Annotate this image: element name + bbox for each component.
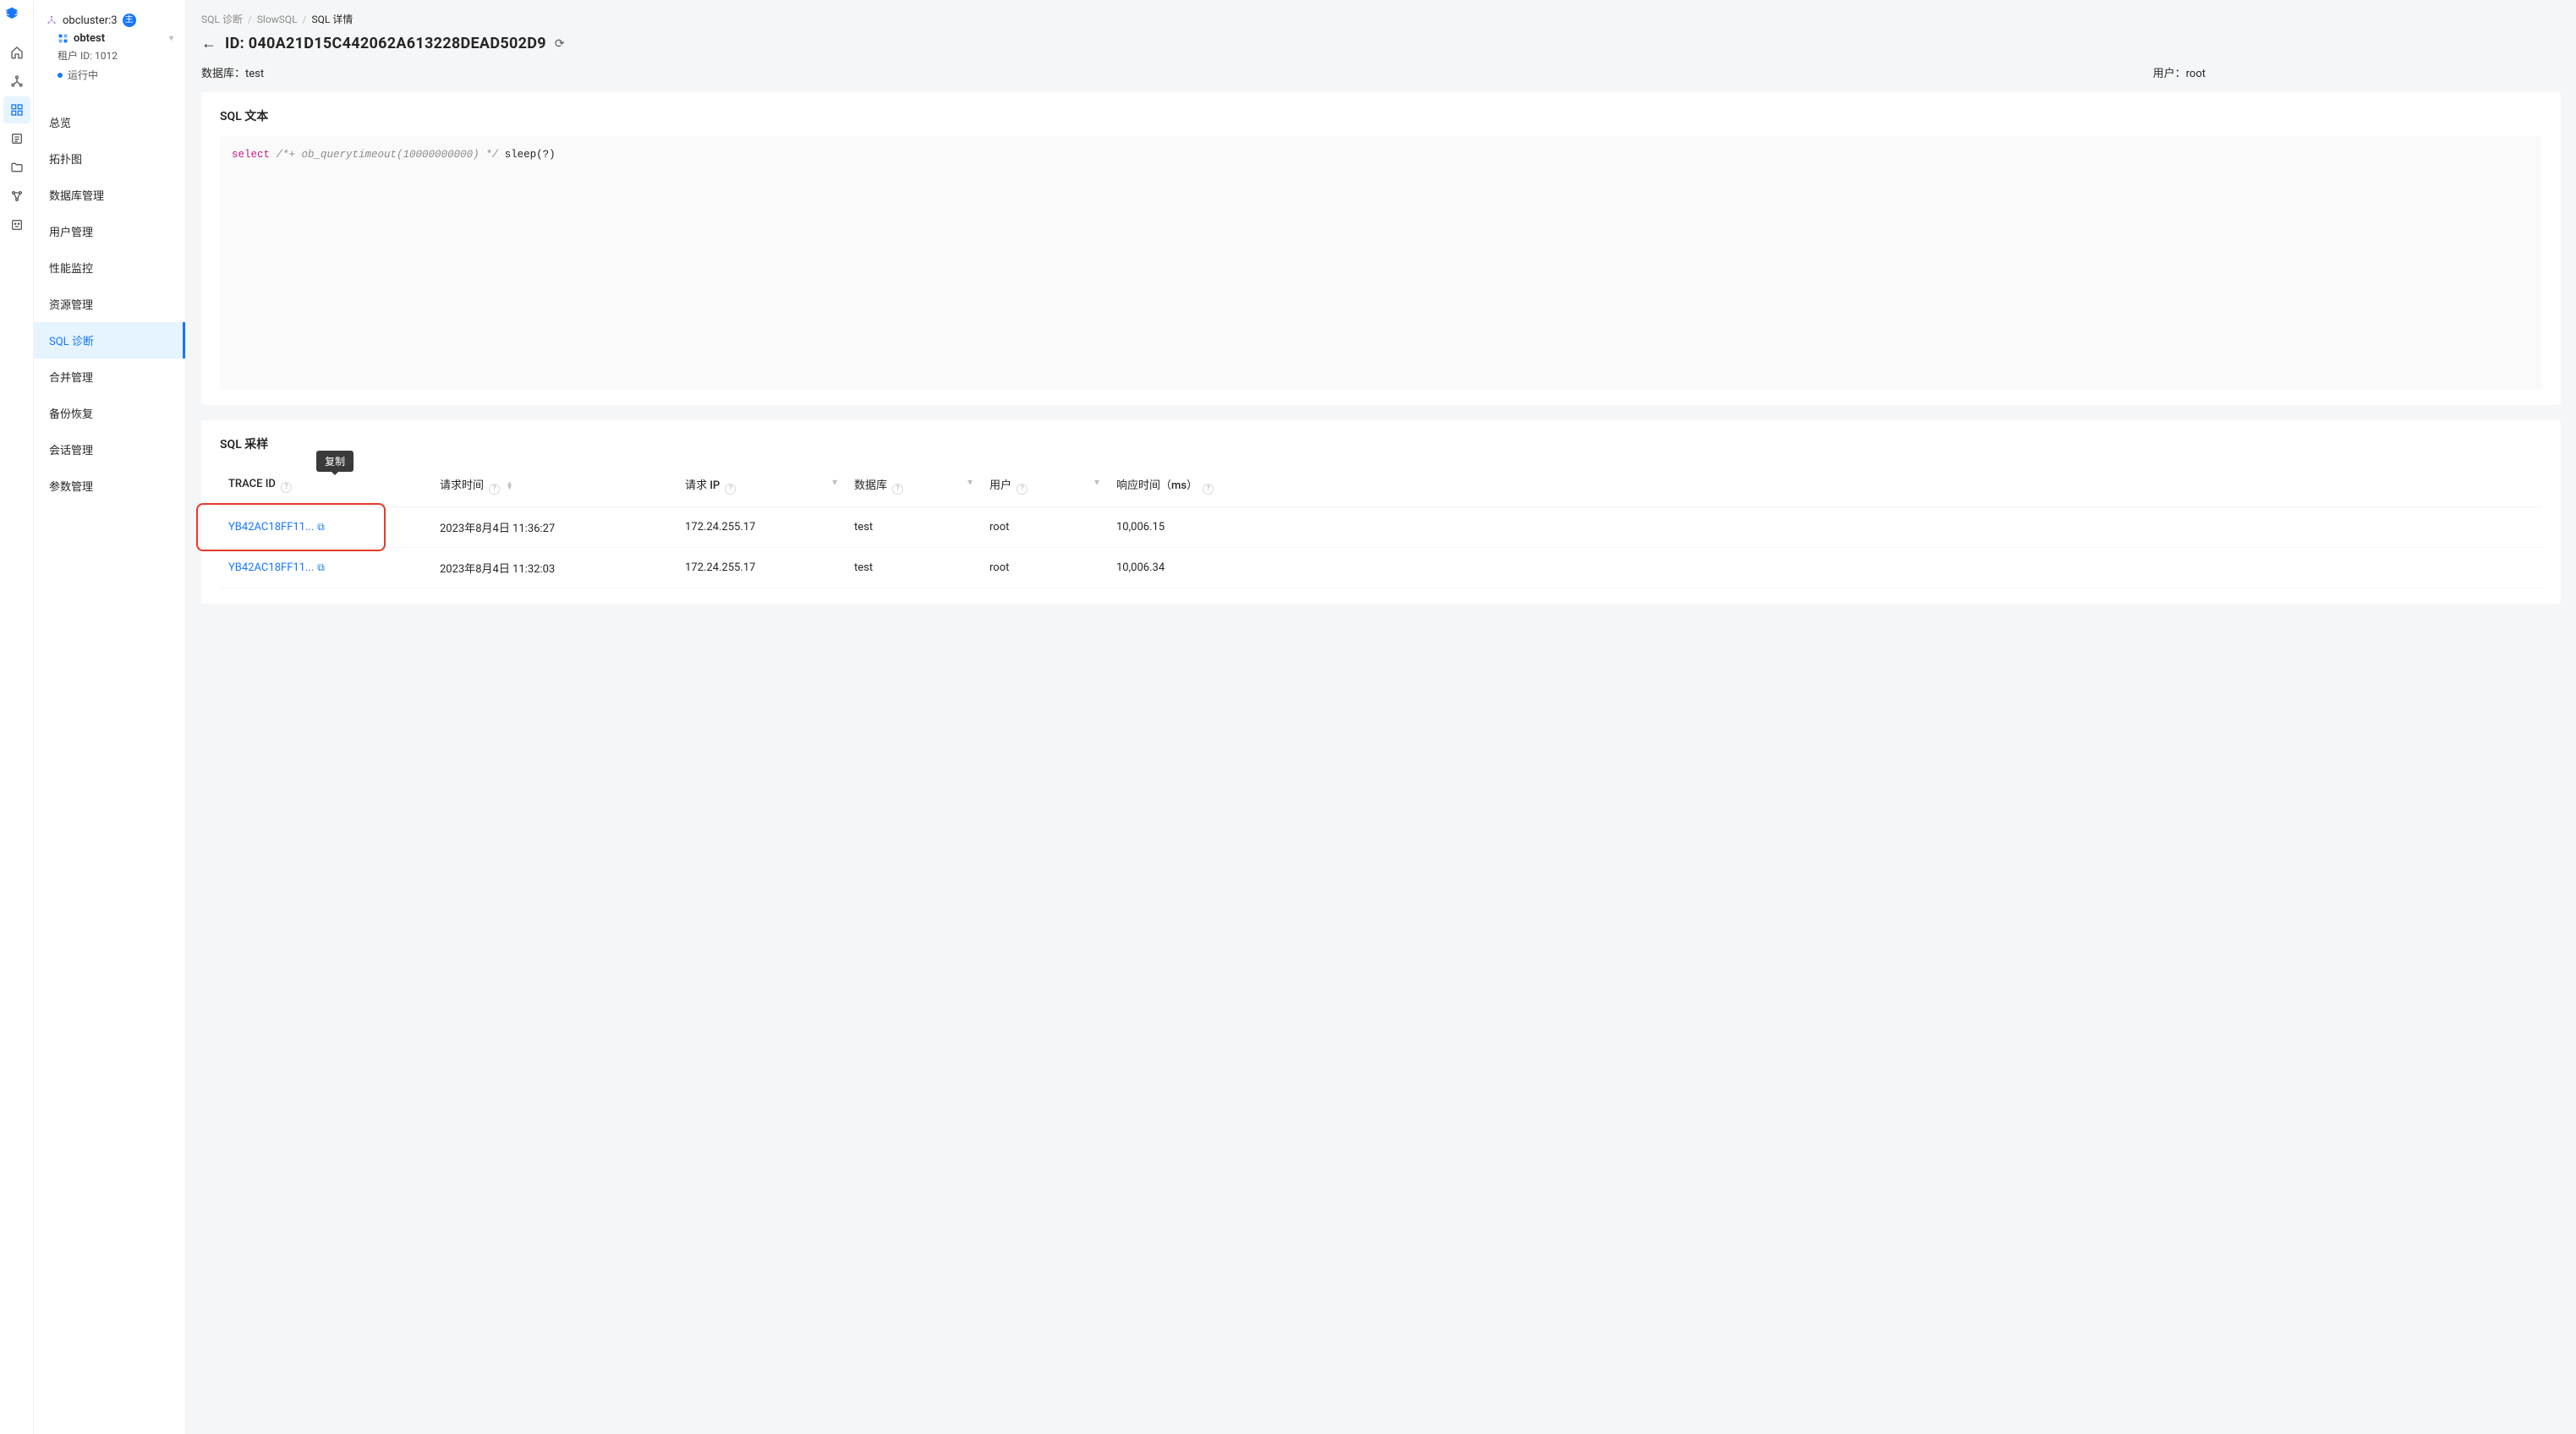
sql-text-title: SQL 文本 — [220, 107, 2542, 124]
page-title-prefix: ID: — [225, 35, 249, 52]
sidebar: obcluster:3 主 obtest ▾ 租户 ID: 1012 运行中 总… — [34, 0, 186, 1434]
rail-folder-icon[interactable] — [3, 154, 30, 181]
breadcrumb-slowsql[interactable]: SlowSQL — [257, 14, 298, 25]
trace-id-link[interactable]: YB42AC18FF11... — [228, 521, 314, 534]
copy-icon[interactable]: ⧉ — [317, 521, 325, 533]
cluster-name: obcluster:3 — [63, 14, 118, 27]
status-text: 运行中 — [68, 68, 98, 82]
page-title-id: 040A21D15C442062A613228DEAD502D9 — [249, 35, 546, 52]
chevron-down-icon: ▾ — [169, 34, 173, 43]
sql-keyword: select — [232, 149, 270, 161]
sidebar-item[interactable]: SQL 诊断 — [34, 322, 185, 358]
meta-row: 数据库：test 用户：root — [201, 64, 2561, 80]
rail-network-icon[interactable] — [3, 183, 30, 210]
rail-monitor-icon[interactable] — [3, 211, 30, 238]
sampling-table: TRACE ID ? 复制 请求时间 ? ▲▼ — [220, 464, 2542, 588]
table-row: YB42AC18FF11...⧉ 2023年8月4日 11:32:03172.24… — [220, 547, 2542, 588]
cell-req_ip: 172.24.255.17 — [677, 547, 846, 588]
sidebar-item[interactable]: 会话管理 — [34, 431, 185, 468]
back-arrow-icon[interactable]: ← — [201, 35, 216, 52]
refresh-icon[interactable]: ⟳ — [555, 37, 565, 51]
help-icon[interactable]: ? — [1017, 484, 1028, 495]
breadcrumb: SQL 诊断 / SlowSQL / SQL 详情 — [201, 12, 2561, 26]
cluster-icon — [46, 14, 58, 26]
rail-grid-icon[interactable] — [3, 96, 30, 123]
help-icon[interactable]: ? — [725, 484, 736, 495]
breadcrumb-sql-diagnosis[interactable]: SQL 诊断 — [201, 12, 243, 26]
sql-comment: /*+ ob_querytimeout(10000000000) */ — [277, 149, 499, 161]
meta-database: 数据库：test — [201, 64, 264, 80]
title-row: ← ID: 040A21D15C442062A613228DEAD502D9 ⟳ — [201, 35, 2561, 52]
filter-icon[interactable]: ▾ — [967, 476, 973, 488]
sidebar-item[interactable]: 用户管理 — [34, 213, 185, 249]
status-dot-icon — [58, 73, 63, 78]
sidebar-item[interactable]: 数据库管理 — [34, 177, 185, 213]
sql-body: sleep(?) — [505, 149, 556, 161]
sidebar-item[interactable]: 备份恢复 — [34, 395, 185, 431]
sidebar-item[interactable]: 性能监控 — [34, 249, 185, 286]
breadcrumb-sep: / — [248, 14, 252, 25]
rail-home-icon[interactable] — [3, 39, 30, 66]
cell-db: test — [846, 506, 981, 547]
col-user[interactable]: 用户 — [989, 479, 1011, 492]
sort-icon[interactable]: ▲▼ — [506, 482, 512, 490]
sidebar-item[interactable]: 参数管理 — [34, 468, 185, 504]
sql-sampling-title: SQL 采样 — [220, 435, 2542, 452]
cell-req_time: 2023年8月4日 11:32:03 — [431, 547, 677, 588]
filter-icon[interactable]: ▾ — [1094, 476, 1099, 488]
cell-resp_ms: 10,006.34 — [1108, 547, 2542, 588]
sidebar-header: obcluster:3 主 obtest ▾ 租户 ID: 1012 运行中 — [34, 8, 185, 90]
sidebar-item[interactable]: 资源管理 — [34, 286, 185, 322]
sidebar-item[interactable]: 合并管理 — [34, 358, 185, 395]
col-database[interactable]: 数据库 — [854, 479, 887, 492]
rail-list-icon[interactable] — [3, 125, 30, 152]
col-request-time[interactable]: 请求时间 — [440, 479, 484, 492]
sql-text-card: SQL 文本 select /*+ ob_querytimeout(100000… — [201, 92, 2561, 405]
cluster-line[interactable]: obcluster:3 主 — [46, 14, 173, 27]
tenant-status: 运行中 — [46, 64, 173, 82]
col-trace-id[interactable]: TRACE ID — [228, 478, 276, 490]
tenant-line[interactable]: obtest ▾ — [46, 27, 173, 47]
sql-sampling-card: SQL 采样 TRACE ID ? 复制 — [201, 420, 2561, 604]
sidebar-menu: 总览拓扑图数据库管理用户管理性能监控资源管理SQL 诊断合并管理备份恢复会话管理… — [34, 104, 185, 504]
sidebar-item[interactable]: 拓扑图 — [34, 140, 185, 177]
copy-tooltip: 复制 — [316, 451, 354, 472]
page-title: ID: 040A21D15C442062A613228DEAD502D9 — [225, 35, 546, 52]
breadcrumb-sep: / — [303, 14, 307, 25]
help-icon[interactable]: ? — [1203, 484, 1214, 495]
help-icon[interactable]: ? — [489, 484, 500, 495]
primary-badge: 主 — [123, 14, 136, 27]
cell-db: test — [846, 547, 981, 588]
cell-user: root — [981, 506, 1108, 547]
main-content: SQL 诊断 / SlowSQL / SQL 详情 ← ID: 040A21D1… — [186, 0, 2576, 1434]
sidebar-item[interactable]: 总览 — [34, 104, 185, 140]
rail-topology-icon[interactable] — [3, 68, 30, 95]
filter-icon[interactable]: ▾ — [832, 476, 837, 488]
col-response-ms[interactable]: 响应时间（ms） — [1116, 479, 1198, 492]
meta-user: 用户：root — [2153, 64, 2206, 80]
cell-user: root — [981, 547, 1108, 588]
col-request-ip[interactable]: 请求 IP — [685, 479, 720, 492]
copy-icon[interactable]: ⧉ — [317, 561, 325, 573]
trace-id-link[interactable]: YB42AC18FF11... — [228, 561, 314, 574]
help-icon[interactable]: ? — [281, 482, 292, 493]
sql-text-box: select /*+ ob_querytimeout(10000000000) … — [220, 136, 2542, 390]
breadcrumb-sql-detail: SQL 详情 — [311, 12, 353, 26]
tenant-name: obtest — [74, 32, 105, 45]
cell-req_time: 2023年8月4日 11:36:27 — [431, 506, 677, 547]
tenant-icon — [58, 33, 69, 44]
table-row: YB42AC18FF11...⧉ 2023年8月4日 11:36:27172.24… — [220, 506, 2542, 547]
cell-req_ip: 172.24.255.17 — [677, 506, 846, 547]
tenant-id: 租户 ID: 1012 — [46, 47, 173, 64]
icon-rail — [0, 0, 34, 1434]
app-logo — [5, 7, 29, 30]
help-icon[interactable]: ? — [892, 484, 903, 495]
cell-resp_ms: 10,006.15 — [1108, 506, 2542, 547]
